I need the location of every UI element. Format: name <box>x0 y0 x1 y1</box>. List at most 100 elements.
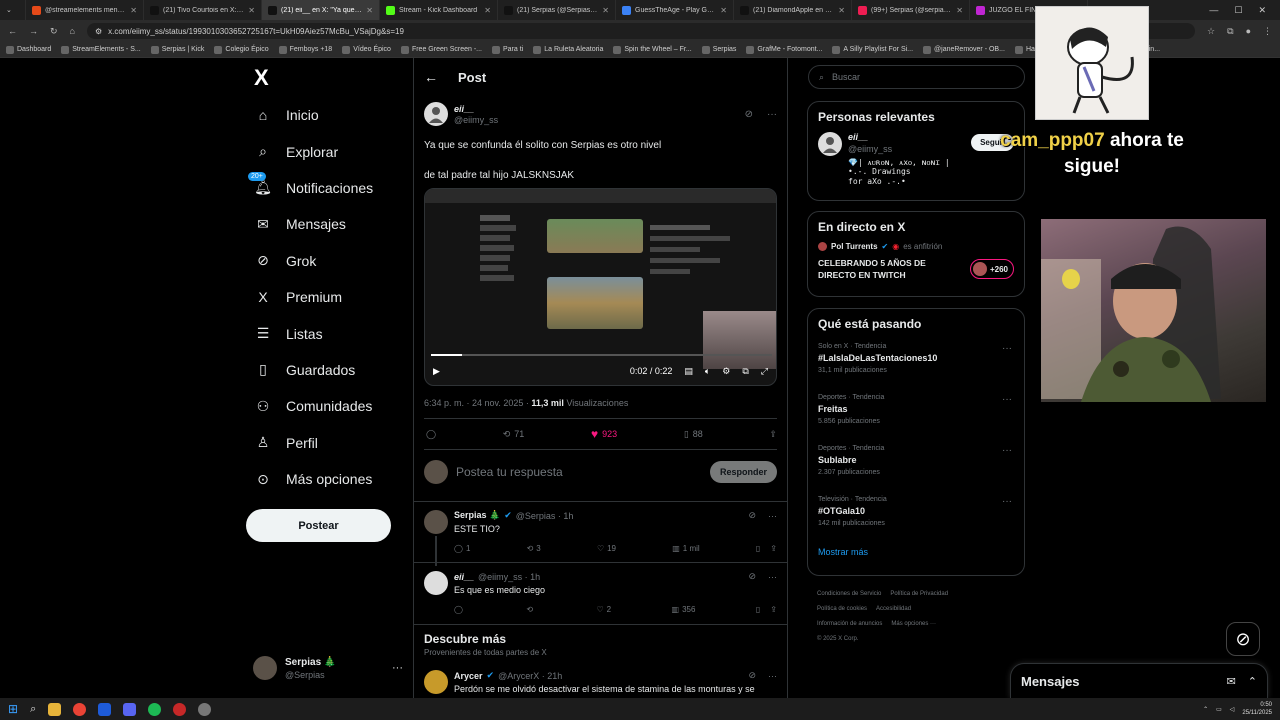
profile-icon[interactable]: ● <box>1246 26 1251 36</box>
settings-icon[interactable]: ⚙ <box>722 366 730 377</box>
views-button[interactable]: ▥ 356 <box>672 605 696 614</box>
new-message-icon[interactable]: ✉ <box>1227 675 1236 688</box>
browser-tab[interactable]: @streamelements mention ✕ <box>26 0 144 20</box>
reply-icon[interactable]: ◯ <box>426 429 436 440</box>
search-icon[interactable]: ⌕ <box>30 703 36 716</box>
captions-icon[interactable]: ▤ <box>684 366 693 377</box>
nav-item-listas[interactable]: ☰ Listas <box>246 315 406 351</box>
address-bar[interactable]: ⚙ x.com/eiimy_ss/status/1993010303652725… <box>86 23 1196 39</box>
repost-button[interactable]: ⟲ 71 <box>503 429 525 440</box>
windows-start-icon[interactable]: ⊞ <box>8 702 18 716</box>
spotify-icon[interactable] <box>148 702 162 716</box>
reply-input[interactable]: Postea tu respuesta <box>456 465 702 479</box>
more-icon[interactable]: ··· <box>767 109 777 120</box>
reply-button[interactable]: ◯ <box>454 605 466 614</box>
footer-link[interactable]: Política de cookies <box>817 606 867 612</box>
nav-item-grok[interactable]: ⊘ Grok <box>246 243 406 279</box>
x-logo[interactable]: X <box>254 62 406 94</box>
account-switcher[interactable]: Serpias 🎄 @Serpias ··· <box>253 654 403 682</box>
more-icon[interactable]: ··· <box>768 511 777 521</box>
tab-close-icon[interactable]: ✕ <box>248 6 255 15</box>
browser-tab[interactable]: (21) eii__ en X: "Ya que se c ✕ <box>262 0 380 20</box>
grok-icon[interactable]: ⊘ <box>748 510 756 521</box>
browser-tab[interactable]: (99+) Serpias (@serpias) | TikTok ✕ <box>852 0 970 20</box>
bookmark-item[interactable]: Femboys +18 <box>278 45 332 54</box>
bookmark-item[interactable]: Colegio Épico <box>214 45 269 54</box>
repost-button[interactable]: ⟲ <box>526 605 536 614</box>
close-window-icon[interactable]: ✕ <box>1258 5 1266 16</box>
post-button[interactable]: Postear <box>246 509 391 542</box>
repost-button[interactable]: ⟲ 3 <box>527 544 541 553</box>
browser-tab[interactable]: Stream - Kick Dashboard ✕ <box>380 0 498 20</box>
bookmark-item[interactable]: StreamElements - S... <box>61 45 141 54</box>
home-icon[interactable]: ⌂ <box>70 26 75 36</box>
extensions-icon[interactable]: ⧉ <box>1227 26 1233 37</box>
footer-link[interactable]: Política de Privacidad <box>890 591 948 597</box>
grok-floating-button[interactable]: ⊘ <box>1226 622 1260 656</box>
footer-link[interactable]: Más opciones ··· <box>891 621 936 627</box>
discover-post[interactable]: Arycer ✔ @ArycerX · 21h ⊘ ··· Perdón se … <box>424 670 777 694</box>
share-icon[interactable]: ⇪ <box>770 544 777 553</box>
clock-time[interactable]: 0:50 <box>1242 701 1272 709</box>
bookmark-item[interactable]: Serpias | Kick <box>150 45 204 54</box>
show-more-link[interactable]: Mostrar más <box>808 543 1024 561</box>
site-info-icon[interactable]: ⚙ <box>95 27 102 36</box>
person-name[interactable]: eii__ <box>848 132 965 142</box>
video-player[interactable]: ▶ 0:02 / 0:22 ▤ 🔈︎ ⚙ ⧉ ⤢ <box>424 188 777 386</box>
more-icon[interactable]: ··· <box>1002 343 1012 354</box>
tab-close-icon[interactable]: ✕ <box>956 6 963 15</box>
nav-item-explorar[interactable]: ⌕ Explorar <box>246 133 406 169</box>
views-button[interactable]: ▥ 1 mil <box>672 544 699 553</box>
nav-item-premium[interactable]: X Premium <box>246 279 406 315</box>
avatar[interactable] <box>424 670 448 694</box>
trend-item[interactable]: Televisión · Tendencia #OTGala10 142 mil p… <box>808 492 1024 543</box>
author-name[interactable]: eii__ <box>454 572 474 582</box>
tab-close-icon[interactable]: ✕ <box>838 6 845 15</box>
live-space[interactable]: CELEBRANDO 5 AÑOS DE DIRECTO EN TWITCH +… <box>808 251 1024 287</box>
browser-tab[interactable]: GuessTheAge - Play Guess The ✕ <box>616 0 734 20</box>
menu-icon[interactable]: ⋮ <box>1263 26 1272 37</box>
footer-link[interactable]: Accesibilidad <box>876 606 911 612</box>
nav-item-mensajes[interactable]: ✉ Mensajes <box>246 206 406 242</box>
tab-close-icon[interactable]: ✕ <box>602 6 609 15</box>
more-icon[interactable]: ··· <box>1002 496 1012 507</box>
reply-button[interactable]: ◯ 1 <box>454 544 470 553</box>
play-icon[interactable]: ▶ <box>433 366 440 377</box>
nav-item-comunidades[interactable]: ⚇ Comunidades <box>246 388 406 424</box>
author-handle[interactable]: @eiimy_ss <box>454 115 739 125</box>
volume-icon[interactable]: 🔈︎ <box>705 366 710 377</box>
bookmark-item[interactable]: La Ruleta Aleatoria <box>533 45 603 54</box>
browser-tab[interactable]: (21) Tivo Courtois en X: "me ac ✕ <box>144 0 262 20</box>
avatar[interactable] <box>424 571 448 595</box>
footer-link[interactable]: © 2025 X Corp. <box>817 636 858 642</box>
tab-close-icon[interactable]: ✕ <box>130 6 137 15</box>
discord-icon[interactable] <box>123 702 137 716</box>
search-input[interactable]: ⌕ Buscar <box>808 65 1025 89</box>
heart-button[interactable]: ♡ 2 <box>597 605 612 614</box>
post-timestamp[interactable]: 6:34 p. m. · 24 nov. 2025 · <box>424 398 531 408</box>
reply-post[interactable]: eii__ @eiimy_ss · 1h ⊘ ··· Es que es medio c… <box>414 563 787 624</box>
star-icon[interactable]: ☆ <box>1207 26 1215 37</box>
reply-button[interactable]: Responder <box>709 461 777 483</box>
chrome-icon[interactable] <box>73 702 87 716</box>
browser-tab[interactable]: (21) Serpias (@Serpias) / X ✕ <box>498 0 616 20</box>
browser-tab[interactable]: (21) DiamondApple en X: "esto ✕ <box>734 0 852 20</box>
messages-drawer[interactable]: Mensajes ✉ ⌃ <box>1010 663 1268 698</box>
bookmark-item[interactable]: Free Green Screen -... <box>400 45 482 54</box>
grok-icon[interactable]: ⊘ <box>745 109 753 120</box>
back-arrow-icon[interactable]: ← <box>424 69 438 85</box>
tab-close-icon[interactable]: ✕ <box>484 6 491 15</box>
reload-icon[interactable]: ↻ <box>50 26 58 37</box>
bookmark-item[interactable]: Dashboard <box>6 45 51 54</box>
bookmark-button[interactable]: ▯ 88 <box>684 429 703 440</box>
author-name[interactable]: eii__ <box>454 104 739 114</box>
heart-button[interactable]: ♡ 19 <box>597 544 616 553</box>
bookmark-item[interactable]: Para ti <box>491 45 523 54</box>
more-icon[interactable]: ··· <box>392 662 403 674</box>
avatar[interactable] <box>424 102 448 126</box>
person-handle[interactable]: @eiimy_ss <box>848 144 965 154</box>
grok-icon[interactable]: ⊘ <box>748 571 756 582</box>
clock-date[interactable]: 25/11/2025 <box>1242 709 1272 717</box>
footer-link[interactable]: Condiciones de Servicio <box>817 591 881 597</box>
trend-item[interactable]: Deportes · Tendencia Sublabre 2.307 public… <box>808 441 1024 492</box>
